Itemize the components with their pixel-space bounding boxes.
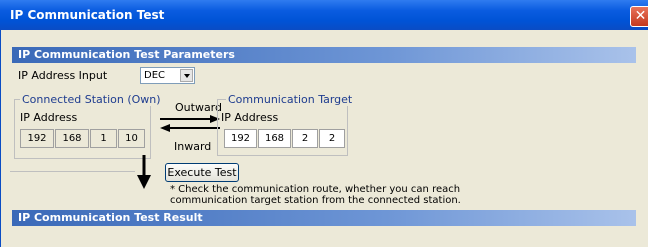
connected-ip-octet-4: 10 [118,129,145,148]
inward-label: Inward [174,140,212,153]
connected-ip-label: IP Address [20,111,78,124]
note-text: * Check the communication route, whether… [170,184,461,206]
target-ip-octet-2[interactable]: 168 [258,129,291,148]
note-line-2: communication target station from the co… [170,195,461,206]
note-line-1: * Check the communication route, whether… [170,184,461,195]
parameters-header: IP Communication Test Parameters [12,47,636,63]
communication-target-title: Communication Target [226,93,355,106]
connected-ip-octet-3: 1 [90,129,117,148]
connected-ip-octet-1: 192 [20,129,54,148]
target-ip-octet-1[interactable]: 192 [224,129,257,148]
inward-arrow-icon [160,124,220,132]
down-arrow-icon [137,155,151,189]
connected-ip-octet-2: 168 [55,129,89,148]
outward-label: Outward [175,101,222,114]
chevron-down-icon[interactable] [180,69,193,82]
divider [10,171,135,172]
ip-address-input-value: DEC [144,70,166,81]
close-button[interactable]: ✕ [630,6,648,27]
target-ip-octet-4[interactable]: 2 [319,129,345,148]
ip-address-input-select[interactable]: DEC [140,67,195,84]
title-bar: IP Communication Test ✕ [0,0,648,30]
connected-ip-address: 192 168 1 10 [20,129,145,148]
window-title: IP Communication Test [10,8,165,22]
ip-address-input-label: IP Address Input [18,69,108,82]
target-ip-address[interactable]: 192 168 2 2 [224,129,345,148]
target-ip-label: IP Address [221,111,279,124]
execute-test-button[interactable]: Execute Test [165,163,239,182]
target-ip-octet-3[interactable]: 2 [292,129,318,148]
connected-station-title: Connected Station (Own) [20,93,163,106]
result-header: IP Communication Test Result [12,210,636,226]
